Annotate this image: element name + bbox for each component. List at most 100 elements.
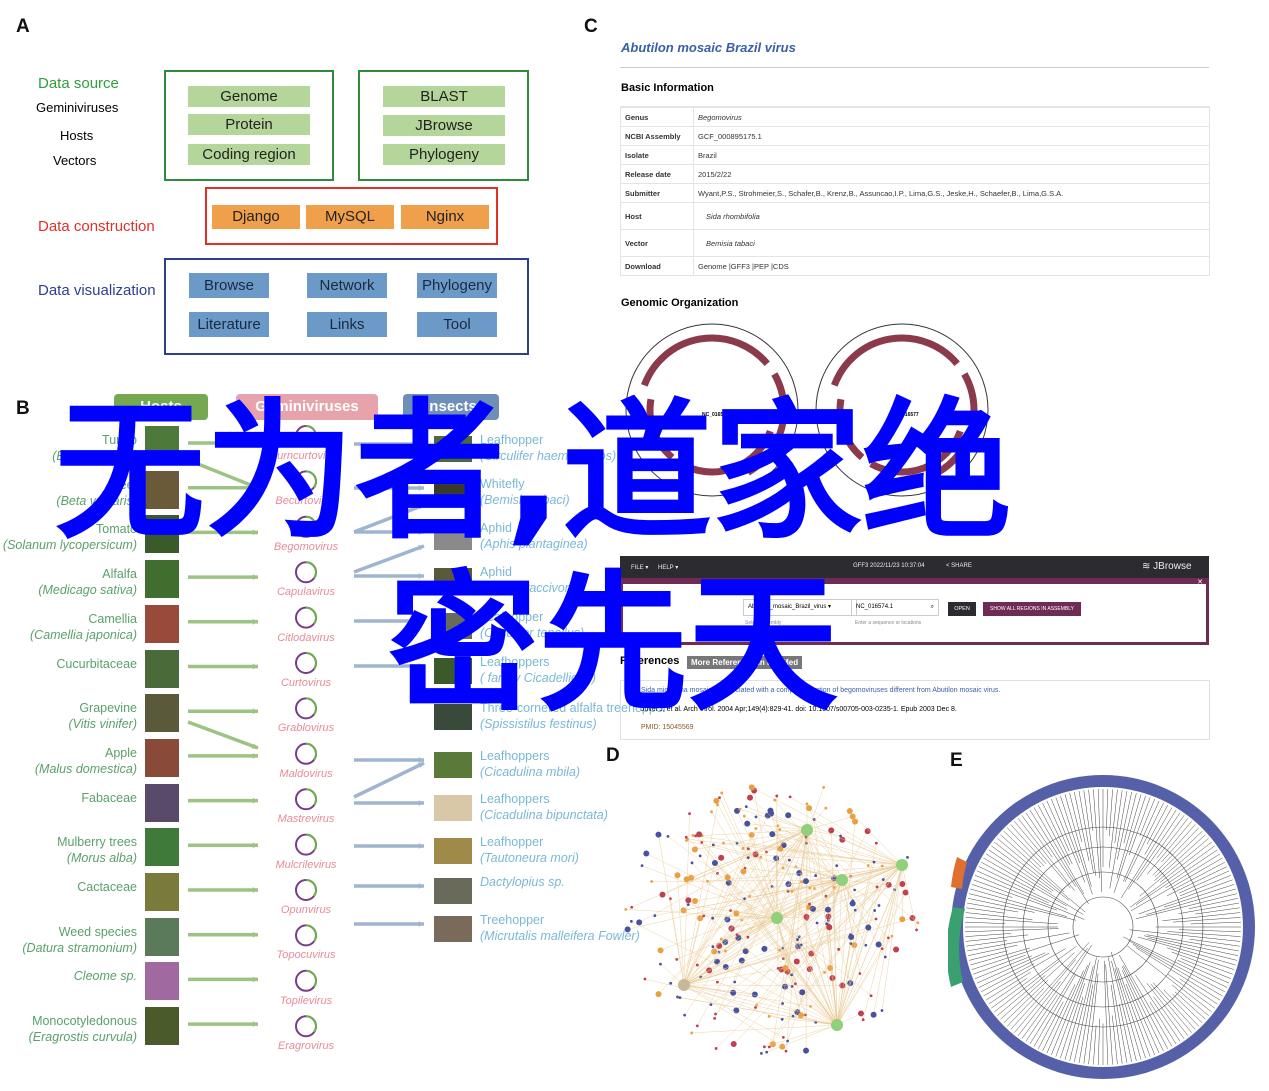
host-photo xyxy=(145,649,179,688)
insect-item: Leafhopper (Tautoneura mori) xyxy=(480,834,579,866)
network-node xyxy=(768,810,775,817)
info-value: Bemisia tabaci xyxy=(693,229,1209,257)
network-node xyxy=(846,807,853,814)
network-node xyxy=(711,945,715,949)
network-node xyxy=(740,868,747,875)
info-row: NCBI Assembly GCF_000895175.1 xyxy=(621,126,1209,146)
network-node xyxy=(629,919,633,923)
network-node xyxy=(767,1015,771,1018)
network-node xyxy=(702,914,706,918)
arrow-head xyxy=(252,931,258,938)
network-node xyxy=(746,856,750,860)
network-edge xyxy=(717,981,838,1026)
host-photo xyxy=(145,694,179,733)
network-node xyxy=(782,965,789,972)
arrow-head xyxy=(252,753,258,759)
locus-input[interactable]: NC_016574.1 ⌕ xyxy=(851,599,939,616)
info-value[interactable]: GCF_000895175.1 xyxy=(693,126,1209,146)
arrow-head xyxy=(418,883,424,889)
search-icon: ⌕ xyxy=(930,604,934,610)
locus-help: Enter a sequence or locations xyxy=(855,620,922,626)
info-row: Genus Begomovirus xyxy=(621,107,1209,127)
virus-title: Abutilon mosaic Brazil virus xyxy=(621,40,796,55)
info-key: Genus xyxy=(621,107,694,127)
show-all-regions-button[interactable]: SHOW ALL REGIONS IN ASSEMBLY xyxy=(983,602,1081,616)
network-edge xyxy=(733,864,903,1045)
network-node xyxy=(714,1012,717,1016)
host-item: Weed species (Datura stramonium) xyxy=(22,924,137,956)
network-node xyxy=(799,989,806,996)
session-title: GFF3 2022/11/23 10:37:04 xyxy=(853,563,925,569)
close-icon[interactable]: ✕ xyxy=(1197,578,1203,586)
host-name: Apple xyxy=(105,745,137,760)
network-node xyxy=(906,855,909,859)
network-node xyxy=(650,880,654,883)
network-node xyxy=(754,1006,757,1009)
network-node xyxy=(683,876,690,883)
jbrowse-logo: ≋ JBrowse xyxy=(1142,561,1192,572)
network-node xyxy=(636,919,643,926)
network-node xyxy=(784,1049,788,1053)
info-row: Isolate Brazil xyxy=(621,145,1209,165)
insect-scientific-name: (Cicadulina bipunctata) xyxy=(480,808,608,822)
divider xyxy=(620,67,1209,68)
network-node xyxy=(643,977,647,981)
network-node xyxy=(849,942,853,945)
network-node xyxy=(678,996,682,1000)
network-node xyxy=(773,798,777,802)
network-node xyxy=(765,1050,769,1054)
network-node xyxy=(762,1045,766,1049)
network-node xyxy=(676,995,679,999)
network-node xyxy=(872,860,876,864)
network-hub xyxy=(896,859,908,871)
virus-name: Curtovirus xyxy=(280,677,332,689)
share-button[interactable]: < SHARE xyxy=(946,563,972,569)
open-button[interactable]: OPEN xyxy=(948,602,976,616)
virus-name: Maldovirus xyxy=(279,767,333,780)
network-node xyxy=(874,841,878,845)
host-item: Mulberry trees (Morus alba) xyxy=(57,834,137,866)
network-node xyxy=(780,1017,784,1021)
network-node xyxy=(690,861,694,865)
network-node xyxy=(685,897,692,904)
network-edge xyxy=(841,831,868,881)
network-node xyxy=(643,850,650,857)
network-node xyxy=(716,803,719,807)
info-value[interactable]: Genome |GFF3 |PEP |CDS xyxy=(693,256,1209,275)
network-node xyxy=(686,903,690,907)
network-hub xyxy=(678,979,690,991)
figure: A B C D E Data source Geminiviruses Host… xyxy=(0,0,1269,1091)
network-node xyxy=(733,980,737,984)
info-key: NCBI Assembly xyxy=(621,126,694,146)
network-node xyxy=(767,1045,771,1049)
network-node xyxy=(781,1002,784,1005)
info-key: Submitter xyxy=(621,183,694,203)
locus-value: NC_016574.1 xyxy=(856,604,894,610)
host-photo xyxy=(145,917,179,956)
host-name: Fabaceae xyxy=(81,790,137,805)
network-node xyxy=(796,938,799,941)
host-scientific-name: Cleome sp. xyxy=(73,969,137,984)
network-node xyxy=(915,928,919,932)
network-node xyxy=(875,941,882,948)
virus-name: Grablovirus xyxy=(277,722,335,735)
network-node xyxy=(893,946,900,953)
network-node xyxy=(839,834,842,838)
network-node xyxy=(788,795,792,799)
network-node xyxy=(748,784,755,791)
network-node xyxy=(824,906,831,913)
info-value: Begomovirus xyxy=(693,107,1209,127)
insect-name: Leafhoppers xyxy=(480,749,550,763)
network-edge xyxy=(806,829,918,923)
network-node xyxy=(805,802,809,806)
watermark-line2: 密先天 xyxy=(388,558,839,732)
network-node xyxy=(852,818,859,825)
host-photo xyxy=(145,828,179,867)
network-node xyxy=(761,945,768,952)
network-edge xyxy=(836,861,875,1026)
share-label: SHARE xyxy=(951,563,972,569)
host-scientific-name: (Medicago sativa) xyxy=(38,583,137,598)
network-node xyxy=(730,989,737,996)
network-node xyxy=(715,980,719,984)
host-scientific-name: (Malus domestica) xyxy=(34,761,137,776)
